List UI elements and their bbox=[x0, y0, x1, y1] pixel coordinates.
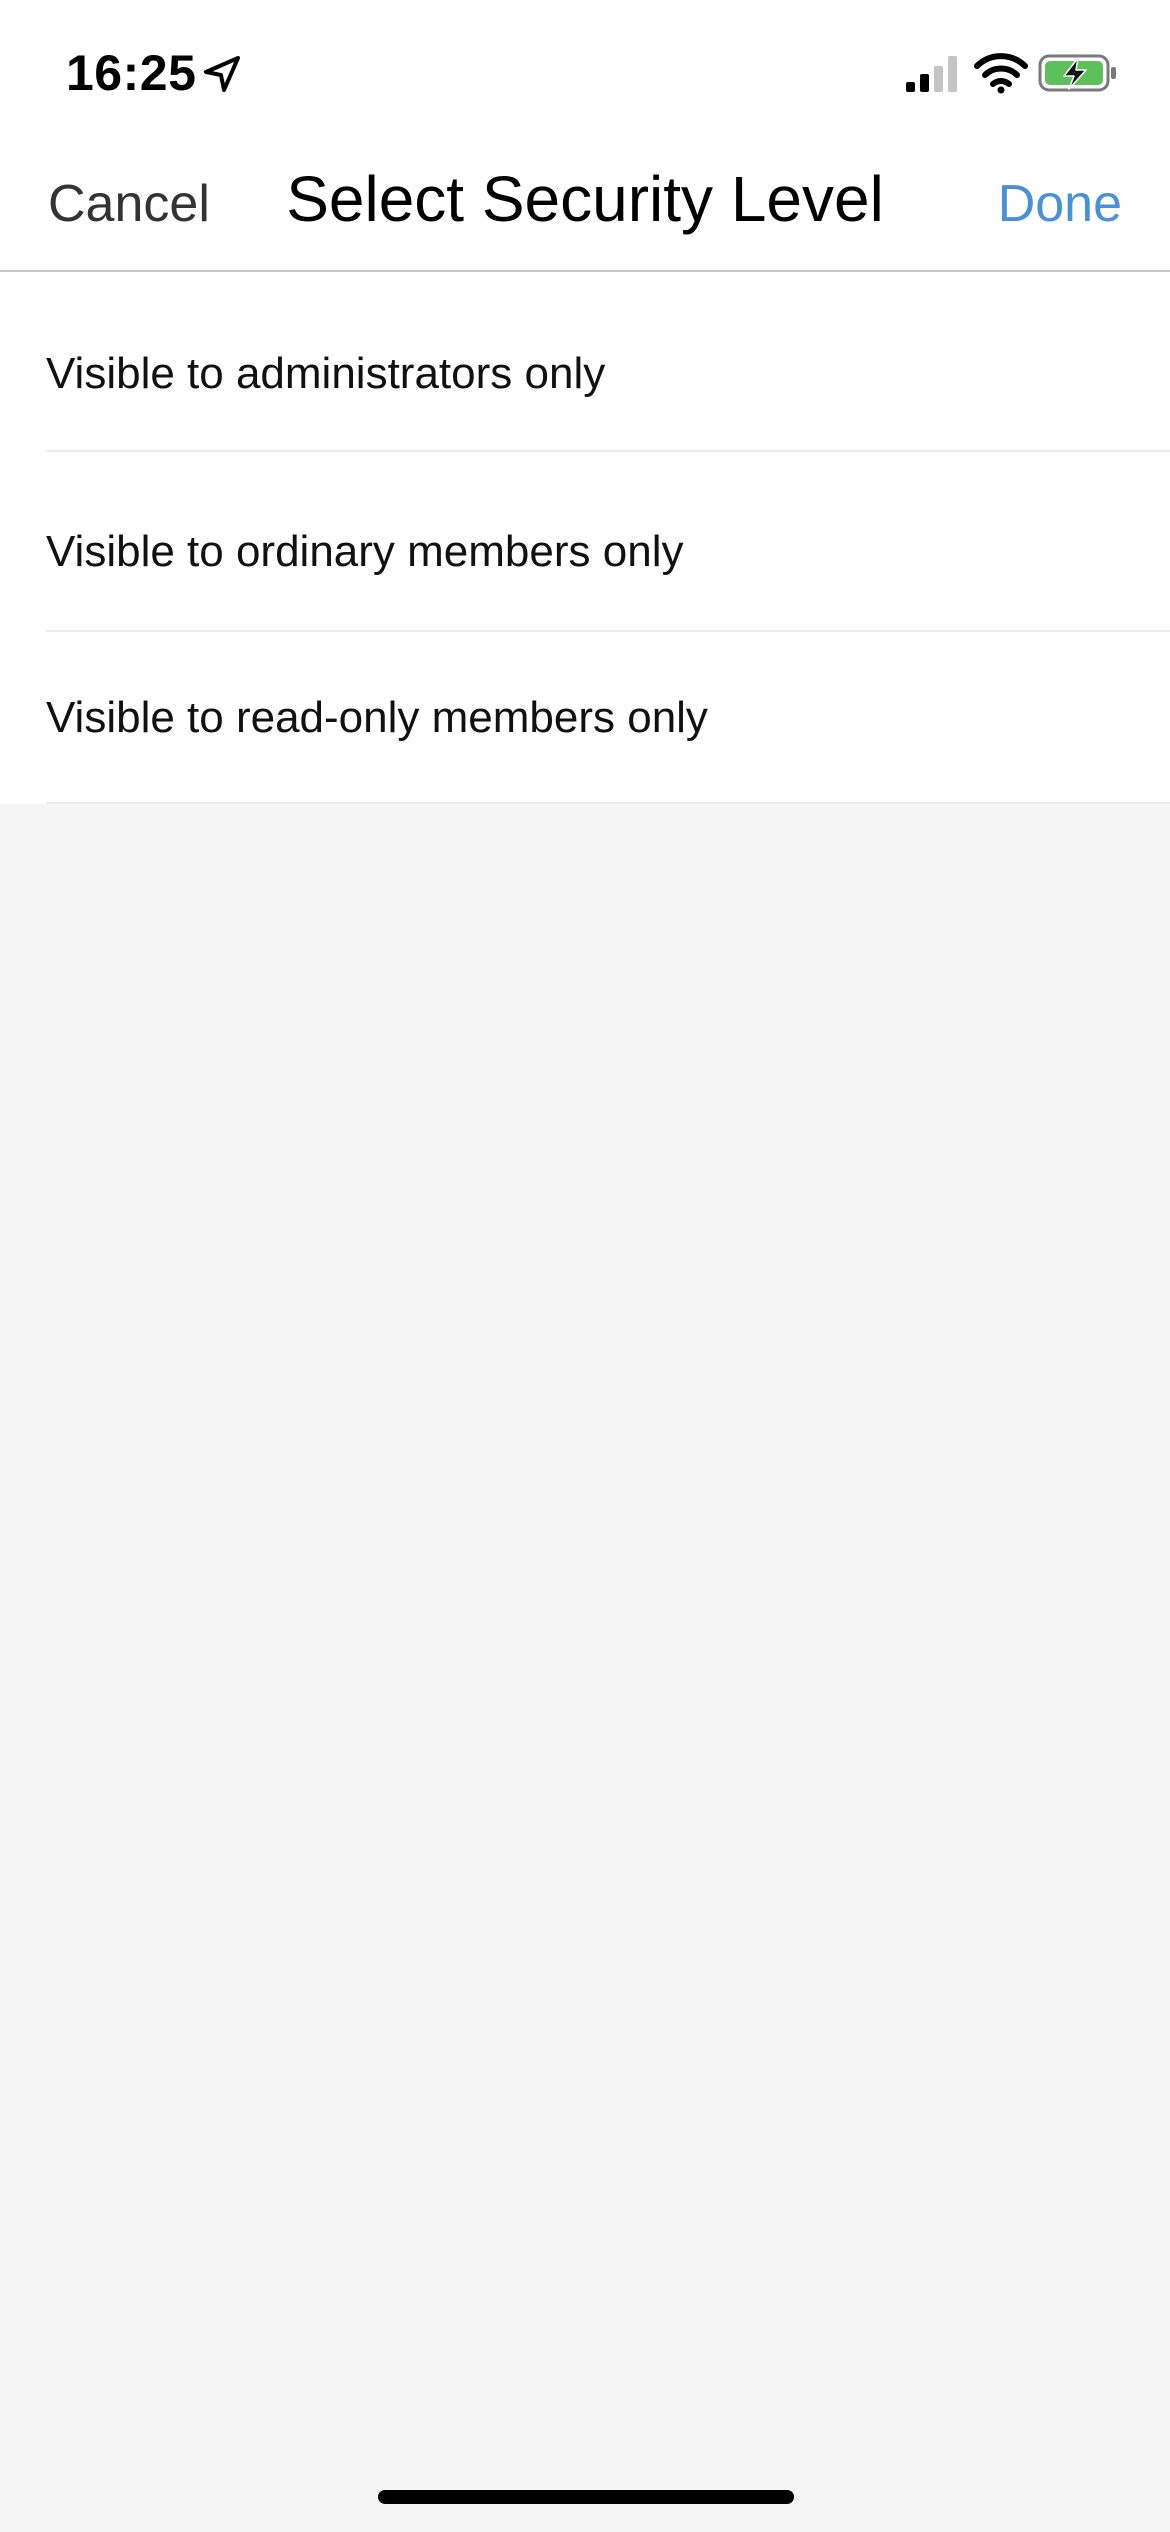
home-indicator[interactable] bbox=[378, 2490, 794, 2504]
option-administrators-only[interactable]: Visible to administrators only bbox=[0, 272, 1170, 452]
status-bar: 16:25 bbox=[0, 0, 1170, 140]
option-ordinary-members-only[interactable]: Visible to ordinary members only bbox=[0, 452, 1170, 632]
navigation-bar: Cancel Select Security Level Done bbox=[0, 140, 1170, 272]
location-arrow-icon bbox=[204, 56, 240, 92]
option-read-only-members-only[interactable]: Visible to read-only members only bbox=[0, 632, 1170, 804]
wifi-icon bbox=[974, 53, 1028, 94]
done-button[interactable]: Done bbox=[998, 174, 1122, 234]
status-time: 16:25 bbox=[66, 45, 197, 101]
cellular-signal-icon bbox=[906, 56, 957, 92]
option-label: Visible to read-only members only bbox=[46, 693, 708, 742]
cancel-button[interactable]: Cancel bbox=[48, 174, 210, 234]
option-label: Visible to administrators only bbox=[46, 349, 606, 398]
option-label: Visible to ordinary members only bbox=[46, 527, 684, 576]
divider bbox=[46, 802, 1170, 804]
battery-charging-icon bbox=[1038, 54, 1116, 92]
security-level-list: Visible to administrators only Visible t… bbox=[0, 272, 1170, 804]
